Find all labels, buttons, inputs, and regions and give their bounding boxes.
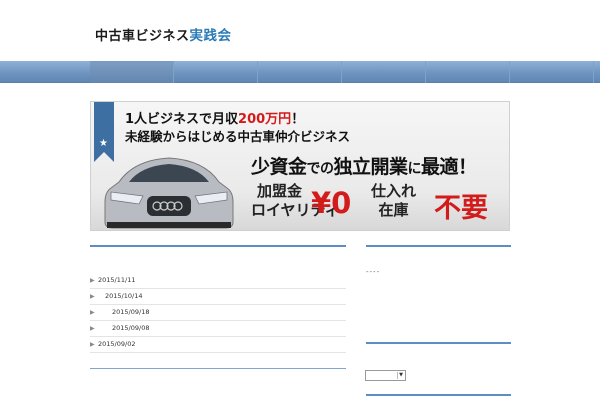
sidebar-section-divider (366, 245, 511, 247)
nav-item-4[interactable] (342, 61, 426, 83)
nav-item-6[interactable] (510, 61, 594, 83)
list-item[interactable]: ▶ 2015/09/18 (90, 305, 346, 321)
main-bottom-divider (90, 368, 346, 369)
banner-headline: 少資金での独立開業に最適！ (251, 156, 477, 178)
sidebar-divider-2 (366, 342, 511, 344)
arrow-right-icon: ▶ (90, 293, 95, 300)
list-item[interactable]: ▶ 2015/11/11 (90, 273, 346, 289)
archive-select[interactable]: ▼ (365, 370, 406, 381)
arrow-right-icon: ▶ (90, 341, 95, 348)
main-section-divider (90, 245, 346, 247)
site-title-part1: 中古車ビジネス (95, 29, 190, 44)
list-item[interactable]: ▶ 2015/10/14 (90, 289, 346, 305)
nav-item-5[interactable] (426, 61, 510, 83)
list-item[interactable]: ▶ 2015/09/08 (90, 321, 346, 337)
promo-banner[interactable]: ★ 1人ビジネスで月収200万円！ 未経験からはじめる中古車仲介ビジネス 少資金… (90, 101, 510, 231)
car-image (104, 157, 234, 229)
banner-line2: 未経験からはじめる中古車仲介ビジネス (125, 129, 351, 144)
chevron-down-icon: ▼ (397, 372, 404, 379)
arrow-right-icon: ▶ (90, 277, 95, 284)
stock-labels: 仕入れ 在庫 (371, 182, 417, 219)
archive-list: ▶ 2015/11/11 ▶ 2015/10/14 ▶ 2015/09/18 ▶… (90, 273, 346, 353)
list-item[interactable]: ▶ 2015/09/02 (90, 337, 346, 353)
arrow-right-icon: ▶ (90, 309, 95, 316)
sidebar-divider-3 (366, 394, 511, 396)
bookmark-ribbon-icon: ★ (94, 102, 114, 162)
nav-item-3[interactable] (258, 61, 342, 83)
nav-item-1[interactable] (90, 61, 174, 83)
nav-item-2[interactable] (174, 61, 258, 83)
banner-line1: 1人ビジネスで月収200万円！ (125, 112, 305, 127)
sidebar-placeholder-text: ---- (366, 268, 381, 276)
site-logo[interactable]: 中古車ビジネス実践会 (95, 24, 232, 44)
stock-value: 不要 (434, 193, 488, 224)
main-navigation (0, 61, 600, 83)
fee-value: ¥0 (311, 186, 352, 220)
site-title-part2: 実践会 (189, 28, 232, 44)
arrow-right-icon: ▶ (90, 325, 95, 332)
